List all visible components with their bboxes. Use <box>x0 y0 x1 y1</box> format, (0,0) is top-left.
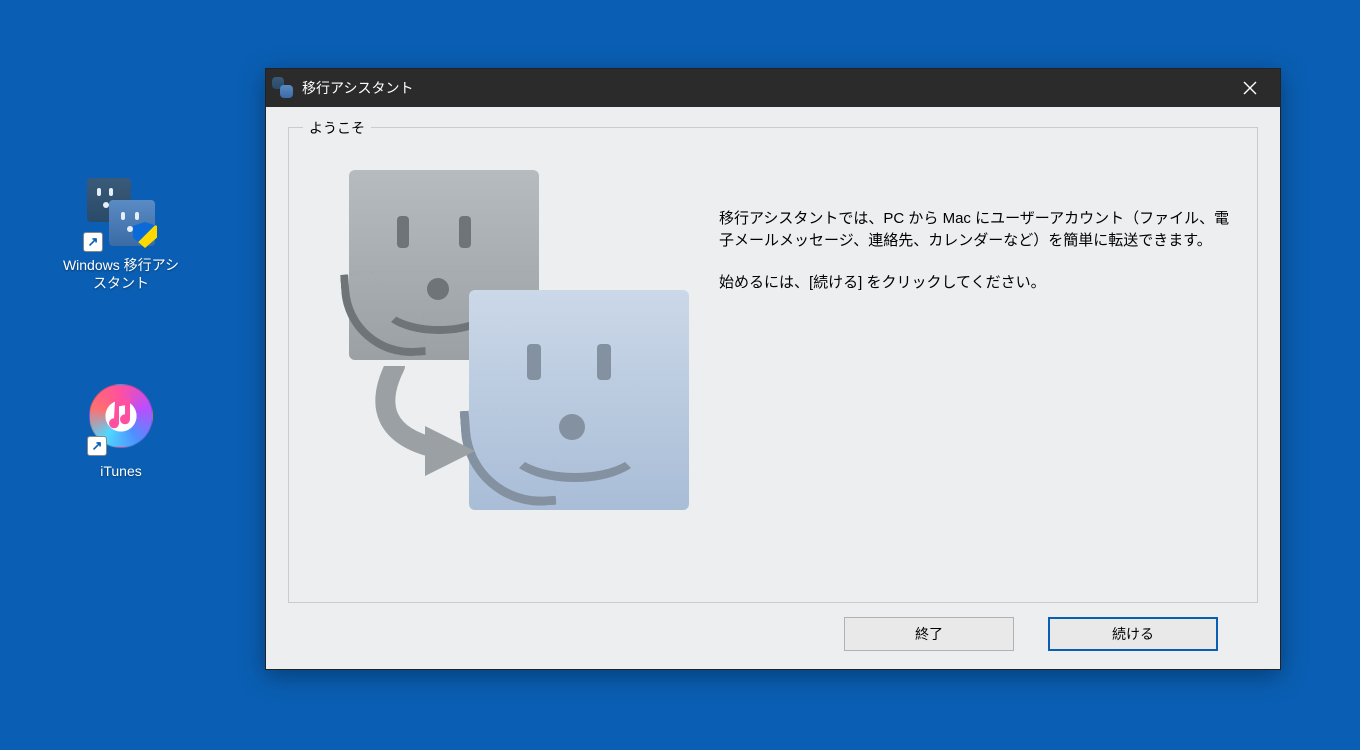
quit-button[interactable]: 終了 <box>844 617 1014 651</box>
desktop-icon-label: Windows 移行アシスタント <box>56 256 186 292</box>
title-icon <box>272 77 294 99</box>
desktop-icon-itunes[interactable]: ↗ iTunes <box>56 380 186 480</box>
migration-assistant-dialog: 移行アシスタント ようこそ <box>265 68 1281 670</box>
transfer-arrow-icon <box>375 366 495 476</box>
groupbox-legend: ようこそ <box>303 118 371 138</box>
close-icon <box>1243 81 1257 95</box>
shortcut-arrow-icon: ↗ <box>87 436 107 456</box>
description-paragraph: 始めるには、[続ける] をクリックしてください。 <box>719 272 1237 294</box>
welcome-groupbox: ようこそ <box>288 127 1258 603</box>
desktop-icon-label: iTunes <box>56 462 186 480</box>
migration-illustration <box>349 170 709 584</box>
description-text: 移行アシスタントでは、PC から Mac にユーザーアカウント（ファイル、電子メ… <box>709 150 1237 584</box>
shortcut-arrow-icon: ↗ <box>83 232 103 252</box>
itunes-icon: ↗ <box>85 384 157 456</box>
description-paragraph: 移行アシスタントでは、PC から Mac にユーザーアカウント（ファイル、電子メ… <box>719 208 1237 252</box>
titlebar[interactable]: 移行アシスタント <box>266 69 1280 107</box>
migration-assistant-icon: ↗ <box>85 178 157 250</box>
close-button[interactable] <box>1226 69 1274 107</box>
continue-button[interactable]: 続ける <box>1048 617 1218 651</box>
window-title: 移行アシスタント <box>302 78 413 98</box>
desktop-icon-migration-assistant[interactable]: ↗ Windows 移行アシスタント <box>56 178 186 292</box>
button-row: 終了 続ける <box>288 603 1258 651</box>
